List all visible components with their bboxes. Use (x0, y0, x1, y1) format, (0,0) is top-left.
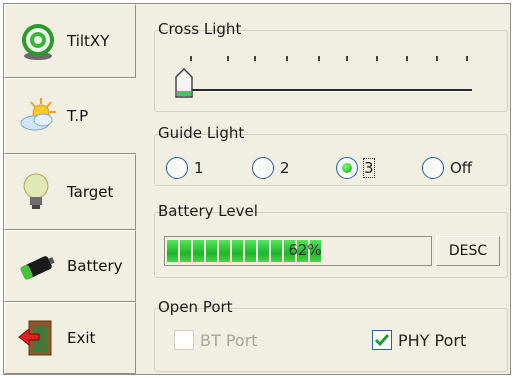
slider-tick (406, 56, 408, 61)
battery-icon (20, 256, 55, 280)
sidebar-item-label: Target (67, 183, 114, 201)
cross-light-group (154, 30, 508, 112)
desc-button[interactable]: DESC (436, 236, 500, 266)
open-port-title: Open Port (158, 298, 233, 316)
cross-light-title: Cross Light (158, 20, 242, 38)
radio-circle[interactable] (252, 157, 274, 179)
slider-tick (436, 56, 438, 61)
weather-sun-cloud-icon (20, 98, 56, 131)
sidebar-item-battery[interactable]: Battery (4, 230, 136, 302)
slider-tick (190, 56, 192, 61)
guide-light-radio-1[interactable]: 1 (166, 157, 204, 179)
tilt-target-icon (22, 24, 54, 60)
bt-port-checkbox[interactable]: BT Port (174, 330, 258, 350)
guide-light-title: Guide Light (158, 124, 245, 142)
sidebar-item-label: Battery (67, 257, 123, 275)
slider-tick (227, 56, 229, 61)
sidebar-item-target[interactable]: Target (4, 154, 136, 230)
checkbox-label: PHY Port (398, 330, 467, 350)
radio-label: Off (450, 159, 473, 177)
guide-light-radio-2[interactable]: 2 (252, 157, 290, 179)
checkbox-box[interactable] (372, 330, 392, 350)
main-panel: Cross Light Guide Light 1 2 3 Off Batter… (136, 4, 510, 374)
radio-label: 3 (363, 158, 375, 178)
radio-label: 2 (280, 159, 290, 177)
radio-circle[interactable] (166, 157, 188, 179)
sidebar-item-tp[interactable]: T.P (4, 78, 136, 154)
battery-level-title: Battery Level (158, 202, 258, 220)
radio-circle[interactable] (422, 157, 444, 179)
radio-label: 1 (194, 159, 204, 177)
battery-percent-text: 62% (288, 241, 322, 259)
cross-light-slider-thumb[interactable] (174, 67, 194, 99)
slider-tick (466, 56, 468, 61)
guide-light-radio-3[interactable]: 3 (336, 157, 375, 179)
sidebar-item-tiltxy[interactable]: TiltXY (4, 4, 136, 78)
slider-tick (254, 56, 256, 61)
slider-tick (346, 56, 348, 61)
radio-circle-selected[interactable] (336, 157, 358, 179)
exit-door-icon (18, 320, 52, 356)
sidebar: TiltXY T.P Target Battery Exit (4, 4, 136, 374)
slider-tick (376, 56, 378, 61)
sidebar-item-label: Exit (67, 329, 96, 347)
slider-tick (286, 56, 288, 61)
lightbulb-icon (23, 173, 49, 209)
checkbox-box[interactable] (174, 330, 194, 350)
guide-light-radio-off[interactable]: Off (422, 157, 472, 179)
battery-progress-bar: 62% (164, 236, 432, 266)
checkbox-label: BT Port (200, 330, 258, 350)
cross-light-slider-track[interactable] (180, 89, 472, 92)
checkmark-icon (374, 334, 390, 347)
slider-tick (318, 56, 320, 61)
sidebar-item-exit[interactable]: Exit (4, 302, 136, 374)
phy-port-checkbox[interactable]: PHY Port (372, 330, 466, 350)
sidebar-item-label: T.P (67, 107, 89, 125)
sidebar-item-label: TiltXY (67, 32, 110, 50)
